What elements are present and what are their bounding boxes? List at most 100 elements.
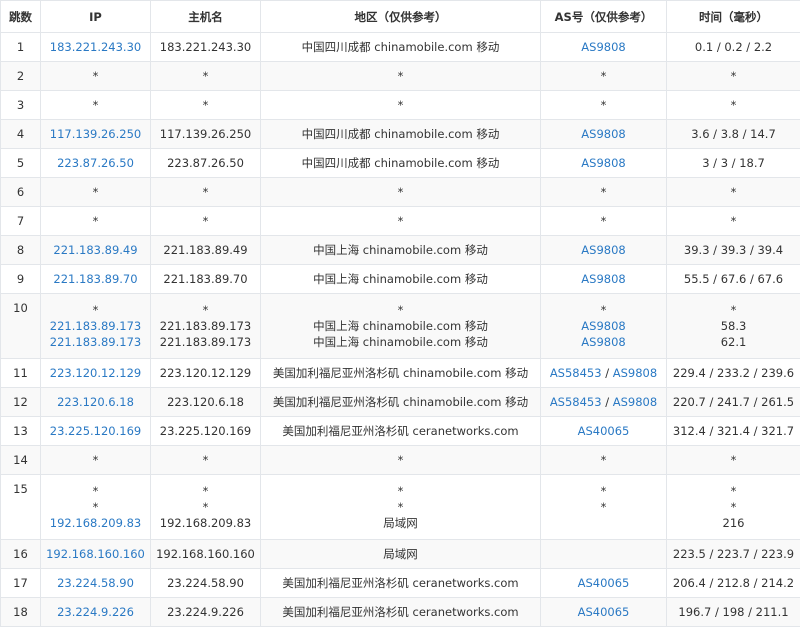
as-cell: AS58453 / AS9808 (540, 358, 667, 388)
time-cell: 3.6 / 3.8 / 14.7 (666, 119, 800, 149)
hostname-cell: * (150, 61, 261, 91)
ip-link[interactable]: 192.168.160.160 (42, 546, 150, 562)
hostname-text: * (202, 453, 209, 467)
as-link[interactable]: AS9808 (581, 40, 625, 54)
as-timeout: * (600, 214, 607, 228)
as-link[interactable]: AS9808 (581, 335, 625, 349)
ip-link[interactable]: 183.221.243.30 (42, 39, 150, 55)
table-row: 7 * * * * * (0, 206, 800, 236)
table-row: 14 * * * * * (0, 445, 800, 475)
as-link[interactable]: AS58453 (550, 395, 602, 409)
table-row: 18 23.224.9.226 23.224.9.226 美国加利福尼亚州洛杉矶 ce… (0, 597, 800, 627)
ip-link[interactable]: 192.168.209.83 (42, 515, 150, 531)
hop-number: 4 (16, 127, 25, 141)
ip-link[interactable]: 223.120.12.129 (42, 365, 150, 381)
as-link[interactable]: AS9808 (613, 366, 657, 380)
as-link[interactable]: AS40065 (578, 605, 630, 619)
region-text: * (397, 214, 404, 228)
table-row: 17 23.224.58.90 23.224.58.90 美国加利福尼亚州洛杉矶 ce… (0, 568, 800, 598)
time-text: 223.5 / 223.7 / 223.9 (672, 547, 795, 561)
time-cell: 0.1 / 0.2 / 2.2 (666, 32, 800, 62)
hop-number: 3 (16, 98, 25, 112)
ip-link[interactable]: 221.183.89.173 (42, 334, 150, 350)
as-timeout: * (600, 185, 607, 199)
hop-cell: 2 (0, 61, 41, 91)
as-link[interactable]: AS9808 (581, 156, 625, 170)
ip-link[interactable]: 117.139.26.250 (42, 126, 150, 142)
hostname-text: * (202, 484, 209, 498)
header-region: 地区（仅供参考） (260, 0, 541, 33)
hop-cell: 3 (0, 90, 41, 120)
traceroute-table: 跳数 IP 主机名 地区（仅供参考） AS号（仅供参考） 时间（毫秒） 1 183… (0, 0, 800, 627)
hostname-cell: 192.168.160.160 (150, 539, 261, 569)
ip-cell: 117.139.26.250 (40, 119, 151, 149)
time-text: 3 / 3 / 18.7 (702, 156, 765, 170)
ip-cell: 183.221.243.30 (40, 32, 151, 62)
as-line: AS40065 (542, 423, 666, 439)
time-text: 0.1 / 0.2 / 2.2 (694, 40, 773, 54)
time-text: * (730, 500, 737, 514)
time-text: 58.3 (720, 319, 747, 333)
ip-timeout: * (92, 185, 99, 199)
hop-cell: 16 (0, 539, 41, 569)
hop-number: 17 (13, 576, 28, 590)
ip-link[interactable]: 221.183.89.49 (42, 242, 150, 258)
time-text: 3.6 / 3.8 / 14.7 (691, 127, 776, 141)
region-cell: * (260, 90, 541, 120)
as-line: AS9808 (542, 155, 666, 171)
region-cell: * 中国上海 chinamobile.com 移动 中国上海 chinamobile… (260, 293, 541, 359)
ip-cell: 192.168.160.160 (40, 539, 151, 569)
ip-link[interactable]: 223.87.26.50 (42, 155, 150, 171)
table-row: 4 117.139.26.250 117.139.26.250 中国四川成都 chin… (0, 119, 800, 149)
hostname-cell: 23.224.58.90 (150, 568, 261, 598)
as-link[interactable]: AS40065 (578, 424, 630, 438)
hostname-cell: 221.183.89.49 (150, 235, 261, 265)
time-text: 229.4 / 233.2 / 239.6 (672, 366, 795, 380)
as-line: * (542, 97, 666, 113)
hostname-text: 221.183.89.173 (159, 335, 252, 349)
time-cell: 229.4 / 233.2 / 239.6 (666, 358, 800, 388)
ip-link[interactable]: 223.120.6.18 (42, 394, 150, 410)
hostname-cell: 221.183.89.70 (150, 264, 261, 294)
as-link[interactable]: AS58453 (550, 366, 602, 380)
region-cell: * * 局域网 (260, 474, 541, 540)
hop-number: 8 (16, 243, 25, 257)
as-line: * (542, 302, 666, 318)
as-link[interactable]: AS9808 (581, 243, 625, 257)
table-body: 1 183.221.243.30 183.221.243.30 中国四川成都 chin… (0, 32, 800, 627)
ip-link[interactable]: 221.183.89.173 (42, 318, 150, 334)
as-timeout: * (600, 484, 607, 498)
ip-link[interactable]: 23.225.120.169 (42, 423, 150, 439)
as-link[interactable]: AS9808 (581, 319, 625, 333)
as-link[interactable]: AS9808 (581, 127, 625, 141)
hop-cell: 15 (0, 474, 41, 540)
table-row: 2 * * * * * (0, 61, 800, 91)
hop-number: 15 (13, 482, 28, 496)
as-timeout: * (600, 500, 607, 514)
region-text: 美国加利福尼亚州洛杉矶 ceranetworks.com (282, 605, 519, 619)
table-row: 8 221.183.89.49 221.183.89.49 中国上海 chinamob… (0, 235, 800, 265)
hop-number: 7 (16, 214, 25, 228)
hop-cell: 17 (0, 568, 41, 598)
ip-link[interactable]: 23.224.9.226 (42, 604, 150, 620)
as-link[interactable]: AS9808 (613, 395, 657, 409)
hostname-text: * (202, 303, 209, 317)
hostname-text: 223.120.12.129 (159, 366, 252, 380)
region-cell: 美国加利福尼亚州洛杉矶 ceranetworks.com (260, 597, 541, 627)
time-text: * (730, 453, 737, 467)
as-line: AS58453 / AS9808 (542, 394, 666, 410)
as-cell: AS40065 (540, 568, 667, 598)
region-text: 中国上海 chinamobile.com 移动 (313, 272, 488, 286)
time-text: 312.4 / 321.4 / 321.7 (672, 424, 795, 438)
as-cell: AS40065 (540, 416, 667, 446)
hostname-cell: 117.139.26.250 (150, 119, 261, 149)
as-link[interactable]: AS9808 (581, 272, 625, 286)
ip-link[interactable]: 23.224.58.90 (42, 575, 150, 591)
hop-cell: 5 (0, 148, 41, 178)
ip-cell: 23.224.58.90 (40, 568, 151, 598)
as-cell: AS9808 (540, 32, 667, 62)
region-cell: 美国加利福尼亚州洛杉矶 ceranetworks.com (260, 568, 541, 598)
ip-link[interactable]: 221.183.89.70 (42, 271, 150, 287)
as-link[interactable]: AS40065 (578, 576, 630, 590)
as-cell: AS9808 (540, 235, 667, 265)
